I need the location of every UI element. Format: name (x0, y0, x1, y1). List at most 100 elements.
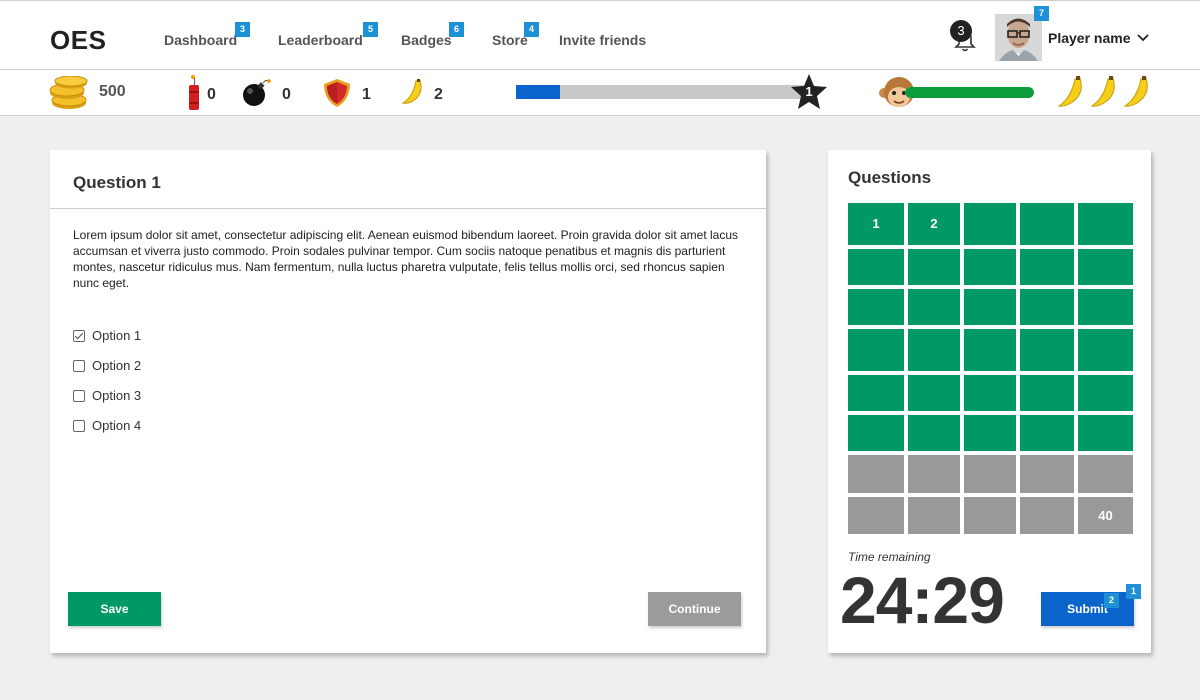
option-4-checkbox[interactable] (73, 419, 85, 432)
question-cell-7[interactable] (908, 249, 960, 285)
shield-icon (324, 79, 350, 107)
submit-button[interactable]: Submit (1041, 592, 1134, 626)
app-logo[interactable]: OES (50, 25, 106, 56)
question-cell-24[interactable] (1020, 375, 1074, 411)
level-number: 1 (805, 84, 813, 99)
option-2-label: Option 2 (92, 358, 142, 373)
timer: 24:29 (840, 563, 1005, 637)
option-1[interactable]: Option 1 (73, 328, 141, 343)
nav-dashboard-badge: 3 (235, 22, 250, 37)
question-cell-1[interactable]: 1 (848, 203, 904, 245)
chevron-down-icon[interactable] (1136, 31, 1150, 45)
top-nav: OES Dashboard 3 Leaderboard 5 Badges 6 S… (0, 0, 1200, 70)
question-cell-23[interactable] (964, 375, 1016, 411)
question-cell-26[interactable] (848, 415, 904, 451)
nav-leaderboard-badge: 5 (363, 22, 378, 37)
option-3[interactable]: Option 3 (73, 388, 141, 403)
question-cell-27[interactable] (908, 415, 960, 451)
avatar[interactable] (995, 14, 1042, 61)
option-4-label: Option 4 (92, 418, 142, 433)
coins-icon (49, 76, 88, 109)
question-cell-37[interactable] (908, 497, 960, 534)
option-2-checkbox[interactable] (73, 359, 85, 372)
level-progress-bar (516, 85, 806, 99)
question-cell-29[interactable] (1020, 415, 1074, 451)
nav-store-badge: 4 (524, 22, 539, 37)
question-cell-16[interactable] (848, 329, 904, 371)
question-cell-38[interactable] (964, 497, 1016, 534)
question-cell-5[interactable] (1078, 203, 1133, 245)
question-cell-18[interactable] (964, 329, 1016, 371)
question-cell-39[interactable] (1020, 497, 1074, 534)
question-cell-22[interactable] (908, 375, 960, 411)
question-grid: 1 2 40 (848, 203, 1135, 534)
question-cell-28[interactable] (964, 415, 1016, 451)
question-cell-6[interactable] (848, 249, 904, 285)
coins-count: 500 (99, 83, 126, 100)
avatar-photo (995, 14, 1042, 61)
nav-leaderboard[interactable]: Leaderboard (278, 32, 363, 48)
question-cell-31[interactable] (848, 455, 904, 493)
option-1-label: Option 1 (92, 328, 142, 343)
player-name[interactable]: Player name (1048, 30, 1131, 46)
dynamite-count: 0 (207, 86, 216, 103)
bomb-icon (243, 79, 271, 106)
question-cell-10[interactable] (1078, 249, 1133, 285)
divider (50, 208, 766, 209)
question-cell-32[interactable] (908, 455, 960, 493)
question-cell-20[interactable] (1078, 329, 1133, 371)
question-cell-2[interactable]: 2 (908, 203, 960, 245)
question-cell-3[interactable] (964, 203, 1016, 245)
question-cell-15[interactable] (1078, 289, 1133, 325)
submit-badge-b: 1 (1126, 584, 1141, 599)
questions-panel: Questions 1 2 40 Time remaining 24:29 Subm… (828, 150, 1151, 653)
question-cell-36[interactable] (848, 497, 904, 534)
question-cell-25[interactable] (1078, 375, 1133, 411)
question-cell-11[interactable] (848, 289, 904, 325)
question-cell-9[interactable] (1020, 249, 1074, 285)
continue-button[interactable]: Continue (648, 592, 741, 626)
question-cell-19[interactable] (1020, 329, 1074, 371)
question-cell-30[interactable] (1078, 415, 1133, 451)
option-2[interactable]: Option 2 (73, 358, 141, 373)
avatar-badge: 7 (1034, 6, 1049, 21)
bombs-count: 0 (282, 86, 291, 103)
submit-badge-a: 2 (1104, 593, 1119, 608)
banana-icon (401, 79, 422, 104)
nav-badges-badge: 6 (449, 22, 464, 37)
question-panel: Question 1 Lorem ipsum dolor sit amet, c… (50, 150, 766, 653)
save-button[interactable]: Save (68, 592, 161, 626)
option-1-checkbox[interactable] (73, 329, 85, 342)
question-cell-40[interactable]: 40 (1078, 497, 1133, 534)
questions-title: Questions (848, 168, 932, 187)
option-4[interactable]: Option 4 (73, 418, 141, 433)
question-cell-34[interactable] (1020, 455, 1074, 493)
health-fill (905, 87, 1034, 98)
life-banana-icon (1057, 76, 1082, 107)
life-banana-icon (1090, 76, 1115, 107)
nav-invite-friends[interactable]: Invite friends (559, 32, 646, 48)
question-cell-35[interactable] (1078, 455, 1133, 493)
life-banana-icon (1123, 76, 1148, 107)
question-cell-21[interactable] (848, 375, 904, 411)
question-cell-4[interactable] (1020, 203, 1074, 245)
question-cell-13[interactable] (964, 289, 1016, 325)
nav-store[interactable]: Store (492, 32, 528, 48)
shields-count: 1 (362, 86, 371, 103)
question-cell-8[interactable] (964, 249, 1016, 285)
bananas-count: 2 (434, 86, 443, 103)
option-3-label: Option 3 (92, 388, 142, 403)
notification-count: 3 (950, 20, 972, 42)
dynamite-icon (189, 75, 199, 110)
level-progress-fill (516, 85, 560, 99)
question-cell-12[interactable] (908, 289, 960, 325)
health-bar (905, 87, 1034, 98)
nav-dashboard[interactable]: Dashboard (164, 32, 237, 48)
option-3-checkbox[interactable] (73, 389, 85, 402)
question-cell-33[interactable] (964, 455, 1016, 493)
question-title: Question 1 (73, 173, 161, 192)
question-cell-17[interactable] (908, 329, 960, 371)
nav-badges[interactable]: Badges (401, 32, 452, 48)
question-cell-14[interactable] (1020, 289, 1074, 325)
stats-bar: 500 0 0 1 2 1 (0, 70, 1200, 116)
